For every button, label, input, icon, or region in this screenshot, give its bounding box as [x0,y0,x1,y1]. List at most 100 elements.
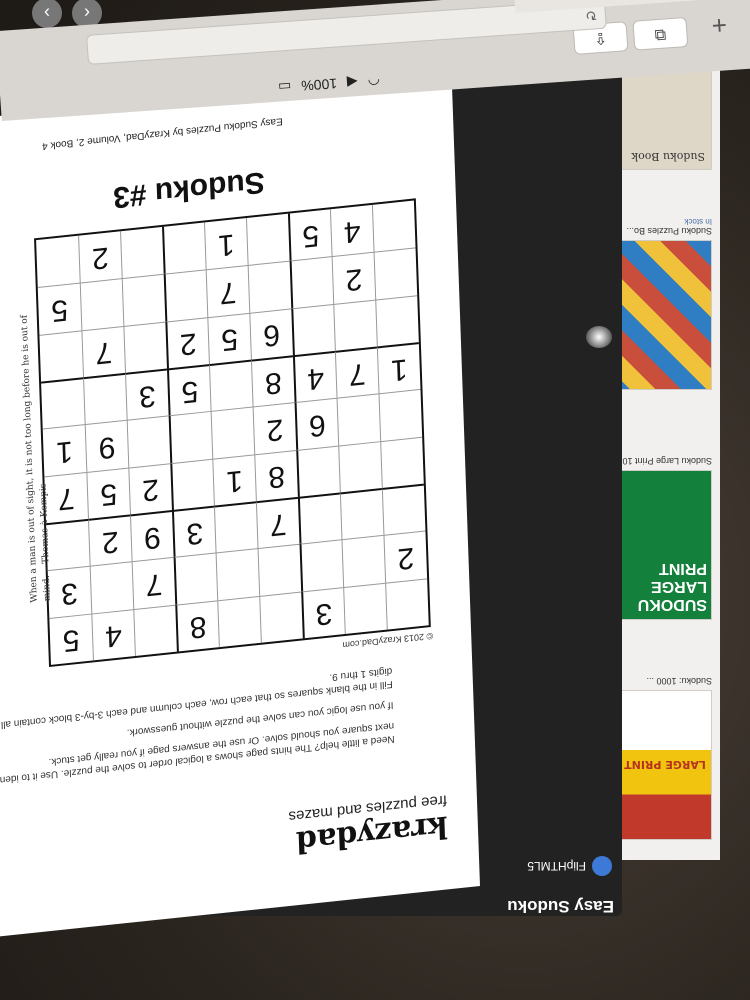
sudoku-cell: 1 [376,342,421,394]
sudoku-cell: 7 [205,265,250,317]
book-page: krazydad free puzzles and mazes Need a l… [0,68,480,946]
sudoku-cell: 6 [249,308,293,360]
sudoku-cell [173,552,218,605]
book-caption[interactable]: Sudoku Large Print 10... [618,456,712,466]
tabs-icon: ⧉ [654,25,667,44]
sudoku-cell: 5 [49,613,93,665]
sudoku-cell [257,544,302,596]
sudoku-cell: 2 [165,316,209,369]
mute-icon: ◀ [346,74,359,91]
sudoku-cell [162,222,206,275]
light-glare [586,326,612,348]
sudoku-cell [126,415,171,468]
wifi-icon: ◠ [367,72,381,90]
sudoku-cell: 7 [334,346,379,399]
sudoku-cell [297,492,342,545]
battery-icon: ▭ [277,78,292,96]
sudoku-cell: 8 [175,600,219,652]
sudoku-cell [299,539,344,592]
sudoku-cell [210,406,255,459]
share-icon: ⇪ [593,28,608,47]
sudoku-cell: 3 [301,586,345,639]
sudoku-cell [83,372,127,425]
sudoku-cell: 7 [131,557,176,609]
sudoku-cell: 3 [171,505,216,558]
book-thumbnail-card[interactable]: SUDOKU LARGE PRINT Sudoku Large Print 10.… [618,456,712,620]
sudoku-cell [247,260,292,313]
sudoku-cell [380,436,424,489]
sudoku-cell: 2 [87,514,132,567]
sudoku-cell [371,200,416,253]
sudoku-cell [291,303,335,356]
book-title: Easy Sudoku Puzzles by KrazyDad, Volume … [41,115,283,152]
stock-status: In stock [684,217,712,226]
sudoku-cell [79,278,124,331]
sudoku-cell: 2 [252,402,297,455]
sudoku-cell [170,458,214,511]
sudoku-cell: 9 [129,510,174,562]
sudoku-cell [373,247,418,300]
sudoku-cell: 3 [47,566,92,618]
flipbook-viewer: Easy Sudoku FlipHTML5 krazydad free puzz… [0,0,622,946]
sudoku-cell: 1 [212,454,256,506]
sudoku-cell [259,591,303,643]
sudoku-cell [338,440,382,493]
sudoku-cell: 7 [81,325,126,378]
battery-percent: 100% [300,75,338,95]
sudoku-cell [333,299,377,351]
add-tab-icon[interactable]: + [711,9,728,41]
instructions: Need a little help? The hints page shows… [0,656,395,791]
sudoku-cell: 2 [331,252,376,304]
book-cover-text: SUDOKU LARGE PRINT [637,560,707,613]
sudoku-cell: 3 [125,368,169,421]
sudoku-cell: 7 [255,496,300,549]
sudoku-cell [213,501,258,553]
sudoku-cell: 6 [294,398,339,450]
sudoku-cell [289,256,334,309]
book-cover-text: Sudoku Book [631,150,705,163]
sudoku-cell [36,236,80,288]
sudoku-cell [163,269,208,322]
sudoku-cell [375,294,419,347]
tabs-button[interactable]: ⧉ [632,17,689,51]
sudoku-cell [121,274,166,326]
sudoku-cell: 4 [329,204,374,257]
fliphtml5-icon [592,856,612,876]
sudoku-cell [341,535,386,587]
sudoku-cell [336,393,381,446]
sudoku-cell: 5 [166,364,211,416]
sudoku-cell: 9 [84,420,129,472]
sudoku-cell [381,483,426,536]
reload-icon[interactable]: ↻ [585,6,598,24]
sudoku-cell [168,411,213,463]
sudoku-cell: 5 [86,467,130,519]
sudoku-cell [245,213,290,266]
book-cover[interactable]: LARGE PRINT [618,690,712,840]
sudoku-grid: 3845273739281257629117485365272754512 [34,198,431,668]
sudoku-cell [120,226,164,279]
book-caption[interactable]: Sudoku: 1000 ... [618,676,712,686]
sudoku-cell: 2 [128,462,172,515]
status-bar: ◠ ◀ 100% ▭ [278,72,381,96]
sudoku-cell [343,582,387,635]
sudoku-cell [215,548,260,601]
sudoku-cell [385,578,429,630]
fliphtml5-logo[interactable]: FlipHTML5 [527,856,612,876]
book-thumbnail-card[interactable]: Sudoku Puzzles Bo... In stock [618,217,712,390]
viewer-title: Easy Sudoku [507,897,614,916]
sudoku-cell: 5 [207,312,251,365]
sudoku-cell: 2 [383,530,428,583]
book-thumbnail-card[interactable]: LARGE PRINT Sudoku: 1000 ... [618,676,712,840]
sudoku-cell: 2 [78,231,122,283]
fliphtml5-label: FlipHTML5 [527,859,586,873]
book-cover[interactable] [618,240,712,390]
related-books-sidebar: LARGE PRINT Sudoku: 1000 ... SUDOKU LARGE … [610,0,720,860]
sudoku-cell: 8 [254,449,298,502]
sudoku-cell: 1 [204,218,248,270]
brand: krazydad free puzzles and mazes [288,791,448,859]
sudoku-cell [89,561,134,614]
book-cover[interactable]: SUDOKU LARGE PRINT [618,470,712,620]
sudoku-cell [296,445,340,497]
sudoku-cell: 5 [287,209,332,261]
book-caption[interactable]: Sudoku Puzzles Bo... [618,226,712,236]
